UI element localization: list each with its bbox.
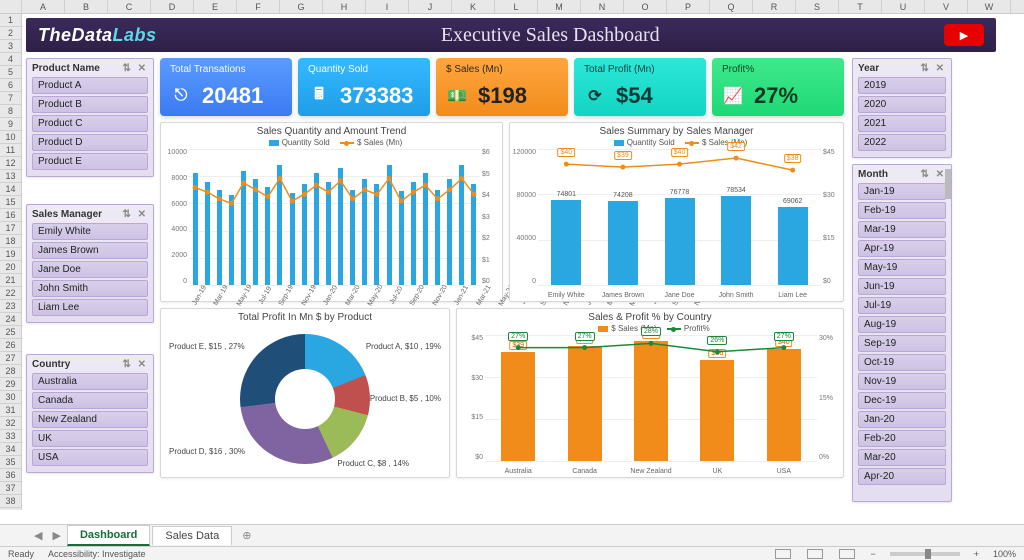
add-sheet-button[interactable]: ⊕ [234, 529, 259, 542]
status-ready: Ready [8, 549, 34, 559]
logo: TheDataLabs [38, 25, 157, 46]
sheet-tabs: ◀ ▶ Dashboard Sales Data ⊕ [0, 524, 1024, 546]
kpi-quantity: Quantity Sold 🖩373383 [298, 58, 430, 116]
slicer-option[interactable]: John Smith [32, 280, 148, 297]
slicer-controls-icon[interactable]: ⇅ ✕ [920, 169, 946, 180]
slicer-option[interactable]: Aug-19 [858, 316, 946, 333]
slicer-controls-icon[interactable]: ⇅ ✕ [122, 359, 148, 370]
slicer-option[interactable]: Mar-19 [858, 221, 946, 238]
slicer-month[interactable]: Month⇅ ✕ Jan-19Feb-19Mar-19Apr-19May-19J… [852, 164, 952, 502]
zoom-slider[interactable] [890, 552, 960, 556]
slicer-option[interactable]: Product C [32, 115, 148, 132]
slicer-option[interactable]: Product D [32, 134, 148, 151]
slicer-option[interactable]: UK [32, 430, 148, 447]
slicer-option[interactable]: USA [32, 449, 148, 466]
slicer-country[interactable]: Country⇅ ✕ AustraliaCanadaNew ZealandUKU… [26, 354, 154, 473]
slicer-option[interactable]: James Brown [32, 242, 148, 259]
column-headers: ABCDEFGHIJKLMNOPQRSTUVW [0, 0, 1024, 14]
slicer-option[interactable]: 2021 [858, 115, 946, 132]
slicer-option[interactable]: 2020 [858, 96, 946, 113]
tab-dashboard[interactable]: Dashboard [67, 525, 150, 546]
slicer-option[interactable]: Emily White [32, 223, 148, 240]
view-layout-button[interactable] [807, 549, 823, 559]
title-bar: TheDataLabs Executive Sales Dashboard ▶ [26, 18, 996, 52]
scrollbar[interactable] [945, 165, 951, 501]
zoom-in-button[interactable]: + [974, 549, 979, 559]
tab-nav-prev[interactable]: ◀ [30, 529, 46, 542]
slicer-option[interactable]: Oct-19 [858, 354, 946, 371]
slicer-manager[interactable]: Sales Manager⇅ ✕ Emily WhiteJames BrownJ… [26, 204, 154, 323]
slicer-option[interactable]: Dec-19 [858, 392, 946, 409]
kpi-profit-pct: Profit% 📈27% [712, 58, 844, 116]
transactions-icon: ⎋ [170, 85, 192, 107]
zoom-level: 100% [993, 549, 1016, 559]
dashboard-sheet: TheDataLabs Executive Sales Dashboard ▶ … [22, 14, 1024, 510]
calculator-icon: 🖩 [308, 85, 330, 107]
slicer-option[interactable]: Product E [32, 153, 148, 170]
slicer-option[interactable]: Mar-20 [858, 449, 946, 466]
donut-chart [240, 334, 370, 464]
slicer-option[interactable]: Canada [32, 392, 148, 409]
slicer-controls-icon[interactable]: ⇅ ✕ [920, 63, 946, 74]
slicer-option[interactable]: Product B [32, 96, 148, 113]
kpi-sales: $ Sales (Mn) 💵$198 [436, 58, 568, 116]
slicer-option[interactable]: May-19 [858, 259, 946, 276]
slicer-option[interactable]: Feb-20 [858, 430, 946, 447]
slicer-option[interactable]: Product A [32, 77, 148, 94]
slicer-option[interactable]: 2022 [858, 134, 946, 151]
slicer-option[interactable]: Jan-20 [858, 411, 946, 428]
view-break-button[interactable] [839, 549, 855, 559]
row-headers: 1234567891011121314151617181920212223242… [0, 14, 22, 510]
slicer-option[interactable]: Apr-20 [858, 468, 946, 485]
slicer-option[interactable]: Jane Doe [32, 261, 148, 278]
status-accessibility[interactable]: Accessibility: Investigate [48, 549, 146, 559]
zoom-out-button[interactable]: − [870, 549, 875, 559]
page-title: Executive Sales Dashboard [157, 24, 944, 47]
chart-managers: Sales Summary by Sales Manager Quantity … [509, 122, 844, 302]
slicer-product[interactable]: Product Name⇅ ✕ Product AProduct BProduc… [26, 58, 154, 177]
tab-nav-next[interactable]: ▶ [48, 529, 64, 542]
slicer-option[interactable]: Apr-19 [858, 240, 946, 257]
youtube-button[interactable]: ▶ [944, 24, 984, 46]
tab-salesdata[interactable]: Sales Data [152, 526, 232, 545]
slicer-option[interactable]: Feb-19 [858, 202, 946, 219]
status-bar: Ready Accessibility: Investigate − + 100… [0, 546, 1024, 560]
slicer-controls-icon[interactable]: ⇅ ✕ [122, 63, 148, 74]
growth-icon: 📈 [722, 85, 744, 107]
view-normal-button[interactable] [775, 549, 791, 559]
slicer-option[interactable]: Australia [32, 373, 148, 390]
slicer-option[interactable]: 2019 [858, 77, 946, 94]
kpi-profit: Total Profit (Mn) ⟳$54 [574, 58, 706, 116]
money-icon: 💵 [446, 85, 468, 107]
slicer-option[interactable]: Jun-19 [858, 278, 946, 295]
slicer-option[interactable]: Liam Lee [32, 299, 148, 316]
chart-country: Sales & Profit % by Country $ Sales (Mn)… [456, 308, 844, 478]
kpi-transactions: Total Transations ⎋20481 [160, 58, 292, 116]
slicer-option[interactable]: Sep-19 [858, 335, 946, 352]
chart-profit-product: Total Profit In Mn $ by Product Product … [160, 308, 450, 478]
refresh-dollar-icon: ⟳ [584, 85, 606, 107]
slicer-option[interactable]: New Zealand [32, 411, 148, 428]
slicer-option[interactable]: Jan-19 [858, 183, 946, 200]
slicer-controls-icon[interactable]: ⇅ ✕ [122, 209, 148, 220]
chart-trend: Sales Quantity and Amount Trend Quantity… [160, 122, 503, 302]
slicer-year[interactable]: Year⇅ ✕ 2019202020212022 [852, 58, 952, 158]
slicer-option[interactable]: Nov-19 [858, 373, 946, 390]
slicer-option[interactable]: Jul-19 [858, 297, 946, 314]
